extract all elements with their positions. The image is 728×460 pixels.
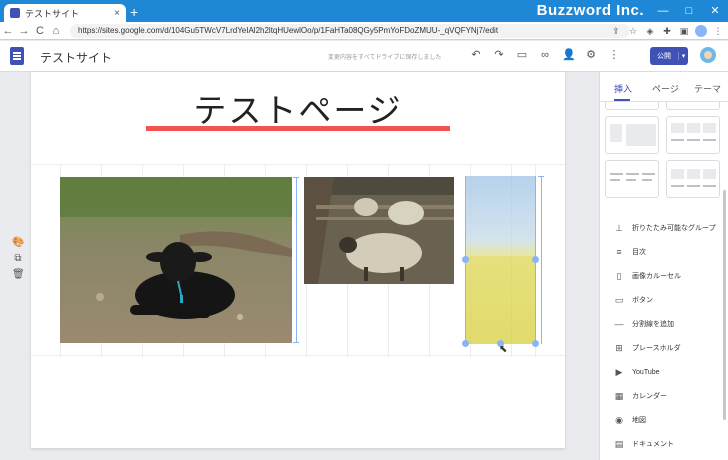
resize-handle[interactable] [462, 340, 469, 347]
resize-handle[interactable] [532, 256, 539, 263]
layout-card[interactable] [666, 160, 720, 198]
sites-favicon-icon [10, 8, 20, 18]
layout-card[interactable] [605, 160, 659, 198]
profile-icon[interactable] [695, 25, 707, 37]
saved-status: 変更内容をすべてドライブに保存しました [328, 55, 442, 61]
tab-themes[interactable]: テーマ [694, 82, 721, 95]
duplicate-icon[interactable]: ⧉ [12, 253, 24, 265]
insert-table-of-contents[interactable]: ≡ 目次 [600, 240, 728, 264]
publish-label: 公開 [657, 53, 671, 60]
preview-icon[interactable]: ▭ [516, 49, 528, 61]
palette-icon[interactable]: 🎨 [12, 237, 24, 249]
insert-placeholder[interactable]: ⊞ プレースホルダ [600, 336, 728, 360]
calendar-icon: ▦ [614, 390, 624, 401]
sites-toolbar: テストサイト 変更内容をすべてドライブに保存しました ↶ ↷ ▭ ∞ 👤 ⚙ ⋮… [0, 41, 728, 72]
document-icon: ▤ [614, 438, 624, 449]
brand-watermark: Buzzword Inc. [536, 2, 644, 19]
resize-guide-cap [293, 342, 299, 343]
window-controls: — □ ✕ [650, 0, 728, 22]
page-canvas: テストページ ⬉ [31, 72, 565, 448]
sidebar-icon[interactable]: ▣ [678, 23, 690, 39]
extension-icon[interactable]: ◈ [644, 23, 656, 39]
browser-tab-strip: テストサイト × + Buzzword Inc. — □ ✕ [0, 0, 728, 22]
puzzle-icon[interactable]: ✚ [661, 23, 673, 39]
image-rapeseed-field[interactable] [466, 176, 535, 344]
button-icon: ▭ [614, 294, 624, 305]
insert-document[interactable]: ▤ ドキュメント [600, 432, 728, 456]
back-button[interactable]: ← [0, 25, 16, 37]
toc-icon: ≡ [616, 247, 622, 257]
url-field[interactable]: https://sites.google.com/d/104Gu5TWcV7Lr… [70, 23, 630, 38]
address-bar-row: ← → C ⌂ https://sites.google.com/d/104Gu… [0, 22, 728, 40]
insert-calendar[interactable]: ▦ カレンダー [600, 384, 728, 408]
youtube-icon: ▶ [615, 366, 623, 377]
resize-handle[interactable] [462, 256, 469, 263]
insert-image-carousel[interactable]: ▯ 画像カルーセル [600, 264, 728, 288]
panel-scrollbar[interactable] [723, 190, 726, 420]
forward-button[interactable]: → [16, 25, 32, 37]
publish-dropdown-icon[interactable]: ▾ [678, 52, 688, 60]
divider-icon: — [614, 319, 624, 329]
undo-icon[interactable]: ↶ [470, 49, 482, 61]
new-tab-button[interactable]: + [130, 4, 138, 20]
resize-guide [296, 177, 297, 343]
link-icon[interactable]: ∞ [539, 49, 551, 61]
delete-icon[interactable]: 🗑 [12, 269, 25, 281]
layout-card[interactable] [666, 116, 720, 154]
resize-guide-cap [538, 176, 544, 177]
carousel-icon: ▯ [616, 270, 622, 281]
expandable-group-icon: ⊥ [615, 222, 623, 233]
layout-card[interactable] [666, 102, 720, 110]
tab-insert[interactable]: 挿入 [614, 82, 632, 95]
site-name[interactable]: テストサイト [40, 49, 112, 66]
resize-guide-cap [293, 177, 299, 178]
sites-logo-icon [10, 47, 24, 65]
close-window-button[interactable]: ✕ [702, 0, 728, 22]
browser-menu-icon[interactable]: ⋮ [712, 23, 724, 39]
maximize-button[interactable]: □ [676, 0, 702, 22]
resize-handle[interactable] [532, 340, 539, 347]
close-tab-icon[interactable]: × [114, 8, 120, 19]
minimize-button[interactable]: — [650, 0, 676, 22]
publish-button[interactable]: 公開 ▾ [650, 47, 688, 65]
settings-gear-icon[interactable]: ⚙ [585, 49, 597, 61]
layout-card[interactable] [605, 102, 659, 110]
layout-card[interactable] [605, 116, 659, 154]
insert-items-list: ⊥ 折りたたみ可能なグループ ≡ 目次 ▯ 画像カルーセル ▭ ボタン — 分割… [600, 216, 728, 456]
avatar[interactable] [700, 47, 716, 63]
map-icon: ◉ [615, 414, 623, 425]
more-menu-icon[interactable]: ⋮ [608, 49, 620, 61]
placeholder-icon: ⊞ [615, 342, 623, 353]
insert-youtube[interactable]: ▶ YouTube [600, 360, 728, 384]
resize-guide [541, 176, 542, 344]
image-black-lamb[interactable] [60, 177, 292, 343]
page-title[interactable]: テストページ [31, 84, 565, 132]
browser-tab[interactable]: テストサイト × [4, 4, 126, 22]
panel-tabs: 挿入 ページ テーマ [600, 72, 728, 102]
section-tools: 🎨 ⧉ 🗑 [12, 237, 25, 281]
share-icon[interactable]: ⇪ [610, 23, 622, 39]
reload-button[interactable]: C [32, 25, 48, 37]
insert-map[interactable]: ◉ 地図 [600, 408, 728, 432]
bookmark-star-icon[interactable]: ☆ [627, 23, 639, 39]
active-tab-indicator [614, 99, 630, 101]
share-user-icon[interactable]: 👤 [562, 49, 576, 61]
browser-tab-title: テストサイト [25, 8, 80, 19]
insert-button[interactable]: ▭ ボタン [600, 288, 728, 312]
insert-collapsible-group[interactable]: ⊥ 折りたたみ可能なグループ [600, 216, 728, 240]
image-sheep[interactable] [304, 177, 454, 284]
insert-divider[interactable]: — 分割線を追加 [600, 312, 728, 336]
tab-pages[interactable]: ページ [652, 82, 679, 95]
home-button[interactable]: ⌂ [48, 25, 64, 37]
insert-panel: 挿入 ページ テーマ ⊥ 折りたたみ可能なグループ ≡ 目次 ▯ 画像カルーセル… [599, 72, 728, 460]
redo-icon[interactable]: ↷ [493, 49, 505, 61]
drag-cursor-icon: ⬉ [499, 344, 508, 355]
title-underline [146, 126, 450, 131]
